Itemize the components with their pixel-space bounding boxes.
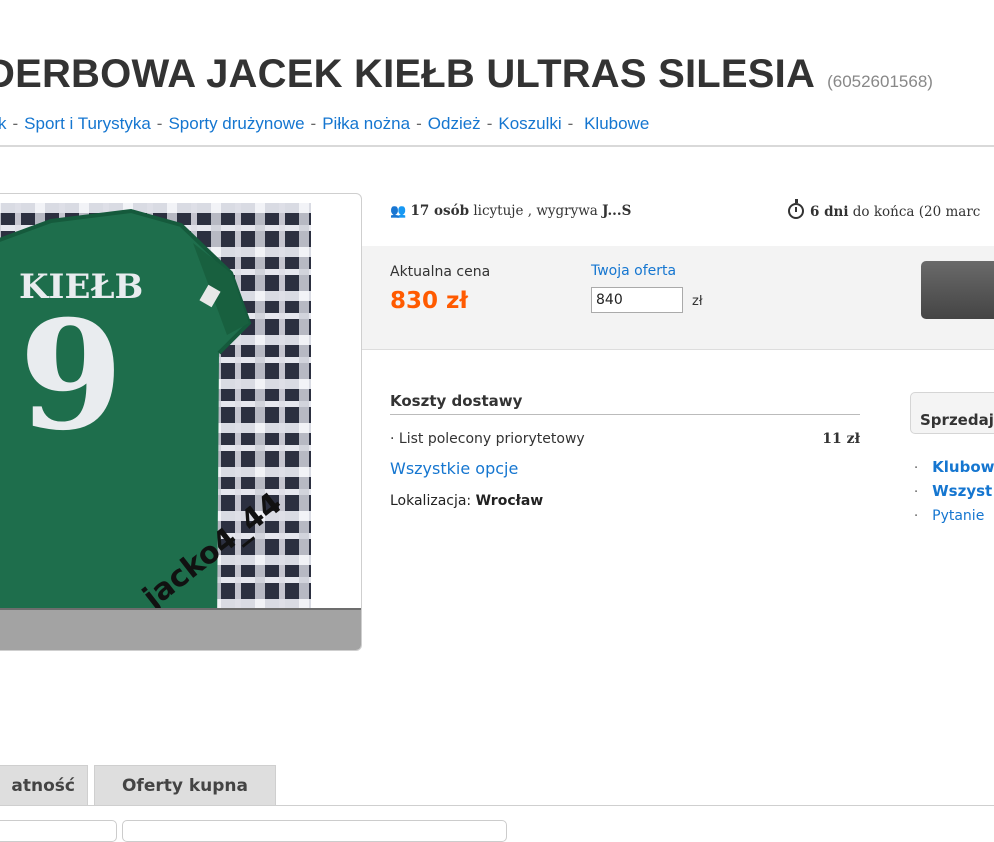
- location-label: Lokalizacja:: [390, 493, 472, 509]
- all-options-link[interactable]: Wszystkie opcje: [390, 459, 860, 478]
- delivery-title: Koszty dostawy: [390, 392, 860, 415]
- header-divider: [0, 145, 994, 147]
- tabs-divider: [0, 805, 994, 806]
- bidders-text: licytuje , wygrywa: [473, 203, 598, 219]
- breadcrumb-item[interactable]: Odzież: [428, 114, 481, 133]
- seller-link-item: · Klubow: [914, 458, 994, 476]
- breadcrumb-item[interactable]: Sporty drużynowe: [168, 114, 304, 133]
- breadcrumb-item[interactable]: Sport i Turystyka: [24, 114, 151, 133]
- item-photo[interactable]: KIEŁB 9 jacko4_44: [0, 203, 311, 637]
- delivery-section: Koszty dostawy · List polecony priorytet…: [390, 392, 860, 509]
- current-price: 830 zł: [390, 288, 468, 314]
- page-title: DERBOWA JACEK KIEŁB ULTRAS SILESIA (60526…: [0, 52, 933, 97]
- jersey-number: 9: [19, 288, 123, 464]
- thumbnail-strip: [0, 608, 361, 650]
- delivery-option: · List polecony priorytetowy 11 zł: [390, 431, 860, 449]
- breadcrumb-item[interactable]: Piłka nożna: [322, 114, 410, 133]
- breadcrumb-item[interactable]: Klubowe: [584, 114, 649, 133]
- delivery-cost: 11 zł: [822, 431, 860, 447]
- offer-unit: zł: [692, 294, 703, 309]
- title-text: DERBOWA JACEK KIEŁB ULTRAS SILESIA: [0, 52, 816, 96]
- bottom-panel: [0, 820, 117, 842]
- current-price-label: Aktualna cena: [390, 264, 491, 280]
- tab-purchase-offers[interactable]: Oferty kupna: [94, 765, 276, 805]
- bottom-panel: [122, 820, 507, 842]
- end-date: do końca (20 marc: [852, 204, 981, 220]
- days-left: 6 dni: [810, 204, 849, 220]
- delivery-method: · List polecony priorytetowy: [390, 431, 585, 447]
- breadcrumb: k - Sport i Turystyka - Sporty drużynowe - Pił…: [0, 114, 650, 133]
- bid-button[interactable]: [921, 261, 994, 319]
- offer-label[interactable]: Twoja oferta: [591, 263, 676, 279]
- seller-box: Sprzedaj: [910, 392, 994, 434]
- price-box: Aktualna cena 830 zł Twoja oferta zł: [362, 246, 994, 350]
- item-id: (6052601568): [827, 72, 933, 91]
- location: Lokalizacja: Wrocław: [390, 493, 860, 509]
- location-value: Wrocław: [475, 493, 544, 509]
- offer-input[interactable]: [591, 287, 683, 313]
- bidders-count: 17 osób: [410, 203, 470, 219]
- breadcrumb-item[interactable]: k: [0, 114, 7, 133]
- seller-links: · Klubow · Wszyst · Pytanie: [914, 458, 994, 530]
- people-icon: 👥: [390, 204, 407, 219]
- jersey-image: KIEŁB 9 jacko4_44: [0, 203, 311, 637]
- breadcrumb-item[interactable]: Koszulki: [498, 114, 561, 133]
- bidders-info: 👥 17 osób licytuje , wygrywa J...S: [390, 203, 631, 219]
- photo-gallery: KIEŁB 9 jacko4_44: [0, 193, 362, 651]
- seller-link-item: · Wszyst: [914, 482, 993, 500]
- seller-title: Sprzedaj: [920, 411, 994, 429]
- stopwatch-icon: [788, 199, 804, 219]
- seller-link[interactable]: Klubow: [932, 458, 994, 476]
- tab-payment[interactable]: atność: [0, 765, 88, 805]
- time-left: 6 dni do końca (20 marc: [788, 199, 981, 220]
- seller-link-item: · Pytanie: [914, 508, 985, 524]
- seller-link[interactable]: Wszyst: [932, 482, 992, 500]
- seller-link[interactable]: Pytanie: [932, 508, 984, 524]
- current-winner: J...S: [602, 203, 632, 219]
